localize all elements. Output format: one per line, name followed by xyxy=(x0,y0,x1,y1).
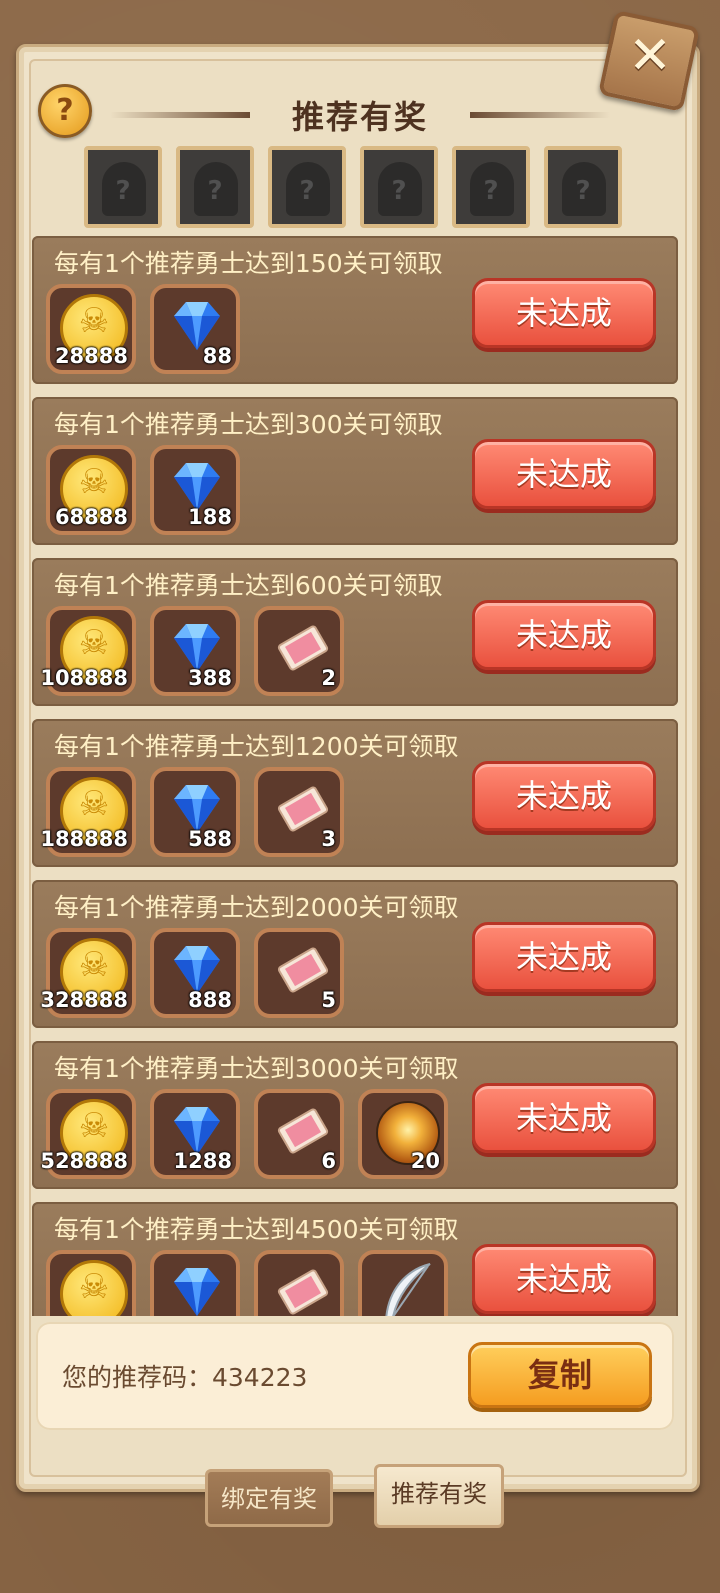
reward-row: 每有1个推荐勇士达到150关可领取 28888 88 未达成 xyxy=(32,236,678,384)
referral-avatar-slot: ? xyxy=(176,146,254,228)
reward-count: 20 xyxy=(410,1149,440,1173)
reward-item[interactable]: 5 xyxy=(254,928,344,1018)
claim-status-button[interactable]: 未达成 xyxy=(472,600,656,670)
reward-row: 每有1个推荐勇士达到2000关可领取 328888 888 5 未达成 xyxy=(32,880,678,1028)
reward-count: 108888 xyxy=(40,666,128,690)
reward-item[interactable]: 6 xyxy=(254,1089,344,1179)
reward-count: 888 xyxy=(188,988,232,1012)
referral-avatar-slot: ? xyxy=(268,146,346,228)
reward-row: 每有1个推荐勇士达到1200关可领取 188888 588 3 未达成 xyxy=(32,719,678,867)
reward-condition: 每有1个推荐勇士达到300关可领取 xyxy=(54,410,443,439)
reward-count: 5 xyxy=(321,988,336,1012)
reward-count: 3 xyxy=(321,827,336,851)
claim-status-button[interactable]: 未达成 xyxy=(472,922,656,992)
reward-condition: 每有1个推荐勇士达到3000关可领取 xyxy=(54,1054,459,1083)
reward-row: 每有1个推荐勇士达到600关可领取 108888 388 2 未达成 xyxy=(32,558,678,706)
reward-count: 388 xyxy=(188,666,232,690)
reward-condition: 每有1个推荐勇士达到150关可领取 xyxy=(54,249,443,278)
referral-avatar-slot: ? xyxy=(360,146,438,228)
reward-count: 88 xyxy=(202,344,232,368)
reward-count: 328888 xyxy=(40,988,128,1012)
claim-status-button[interactable]: 未达成 xyxy=(472,761,656,831)
reward-item[interactable]: 28888 xyxy=(46,284,136,374)
reward-condition: 每有1个推荐勇士达到2000关可领取 xyxy=(54,893,459,922)
reward-item[interactable] xyxy=(358,1250,448,1316)
reward-item[interactable]: 388 xyxy=(150,606,240,696)
unknown-icon: ? xyxy=(115,176,131,206)
close-icon: ✕ xyxy=(628,26,672,87)
reward-row: 每有1个推荐勇士达到3000关可领取 528888 1288 6 20 未达成 xyxy=(32,1041,678,1189)
referral-code-box: 您的推荐码：434223 复制 xyxy=(36,1322,674,1430)
tab-bind-reward[interactable]: 绑定有奖 xyxy=(205,1469,333,1527)
unknown-icon: ? xyxy=(299,176,315,206)
reward-condition: 每有1个推荐勇士达到600关可领取 xyxy=(54,571,443,600)
copy-button[interactable]: 复制 xyxy=(468,1342,652,1408)
reward-item[interactable]: 2 xyxy=(254,606,344,696)
reward-item[interactable]: 188 xyxy=(150,445,240,535)
reward-count: 68888 xyxy=(54,505,128,529)
reward-item[interactable]: 68888 xyxy=(46,445,136,535)
unknown-icon: ? xyxy=(483,176,499,206)
referral-code-label: 您的推荐码：434223 xyxy=(62,1363,308,1392)
reward-count: 588 xyxy=(188,827,232,851)
gold-coin-icon xyxy=(60,1260,128,1316)
claim-status-button[interactable]: 未达成 xyxy=(472,439,656,509)
reward-count: 2 xyxy=(321,666,336,690)
reward-list[interactable]: 每有1个推荐勇士达到150关可领取2888888未达成每有1个推荐勇士达到300… xyxy=(32,236,678,1316)
reward-count: 28888 xyxy=(54,344,128,368)
reward-item[interactable]: 188888 xyxy=(40,767,136,857)
reward-item[interactable]: 528888 xyxy=(40,1089,136,1179)
unknown-icon: ? xyxy=(575,176,591,206)
reward-item[interactable]: 88 xyxy=(150,284,240,374)
referral-avatar-slot: ? xyxy=(84,146,162,228)
reward-count: 188888 xyxy=(40,827,128,851)
reward-item[interactable] xyxy=(46,1250,136,1316)
unknown-icon: ? xyxy=(391,176,407,206)
reward-item[interactable]: 108888 xyxy=(40,606,136,696)
reward-condition: 每有1个推荐勇士达到4500关可领取 xyxy=(54,1215,459,1244)
reward-item[interactable]: 888 xyxy=(150,928,240,1018)
referral-avatar-slot: ? xyxy=(452,146,530,228)
unknown-icon: ? xyxy=(207,176,223,206)
referral-avatar-slots: ?????? xyxy=(84,146,644,228)
reward-count: 188 xyxy=(188,505,232,529)
reward-item[interactable]: 3 xyxy=(254,767,344,857)
reward-condition: 每有1个推荐勇士达到1200关可领取 xyxy=(54,732,459,761)
reward-row: 每有1个推荐勇士达到4500关可领取未达成 xyxy=(32,1202,678,1316)
reward-item[interactable] xyxy=(254,1250,344,1316)
reward-row: 每有1个推荐勇士达到300关可领取 68888 188 未达成 xyxy=(32,397,678,545)
reward-item[interactable]: 20 xyxy=(358,1089,448,1179)
page-title: 推荐有奖 xyxy=(291,98,428,136)
referral-avatar-slot: ? xyxy=(544,146,622,228)
reward-count: 1288 xyxy=(173,1149,232,1173)
reward-count: 6 xyxy=(321,1149,336,1173)
claim-status-button[interactable]: 未达成 xyxy=(472,1083,656,1153)
claim-status-button[interactable]: 未达成 xyxy=(472,278,656,348)
reward-item[interactable]: 328888 xyxy=(40,928,136,1018)
reward-item[interactable]: 1288 xyxy=(150,1089,240,1179)
reward-item[interactable]: 588 xyxy=(150,767,240,857)
tab-referral-reward[interactable]: 推荐有奖 xyxy=(374,1464,504,1528)
reward-item[interactable] xyxy=(150,1250,240,1316)
claim-status-button[interactable]: 未达成 xyxy=(472,1244,656,1314)
reward-count: 528888 xyxy=(40,1149,128,1173)
